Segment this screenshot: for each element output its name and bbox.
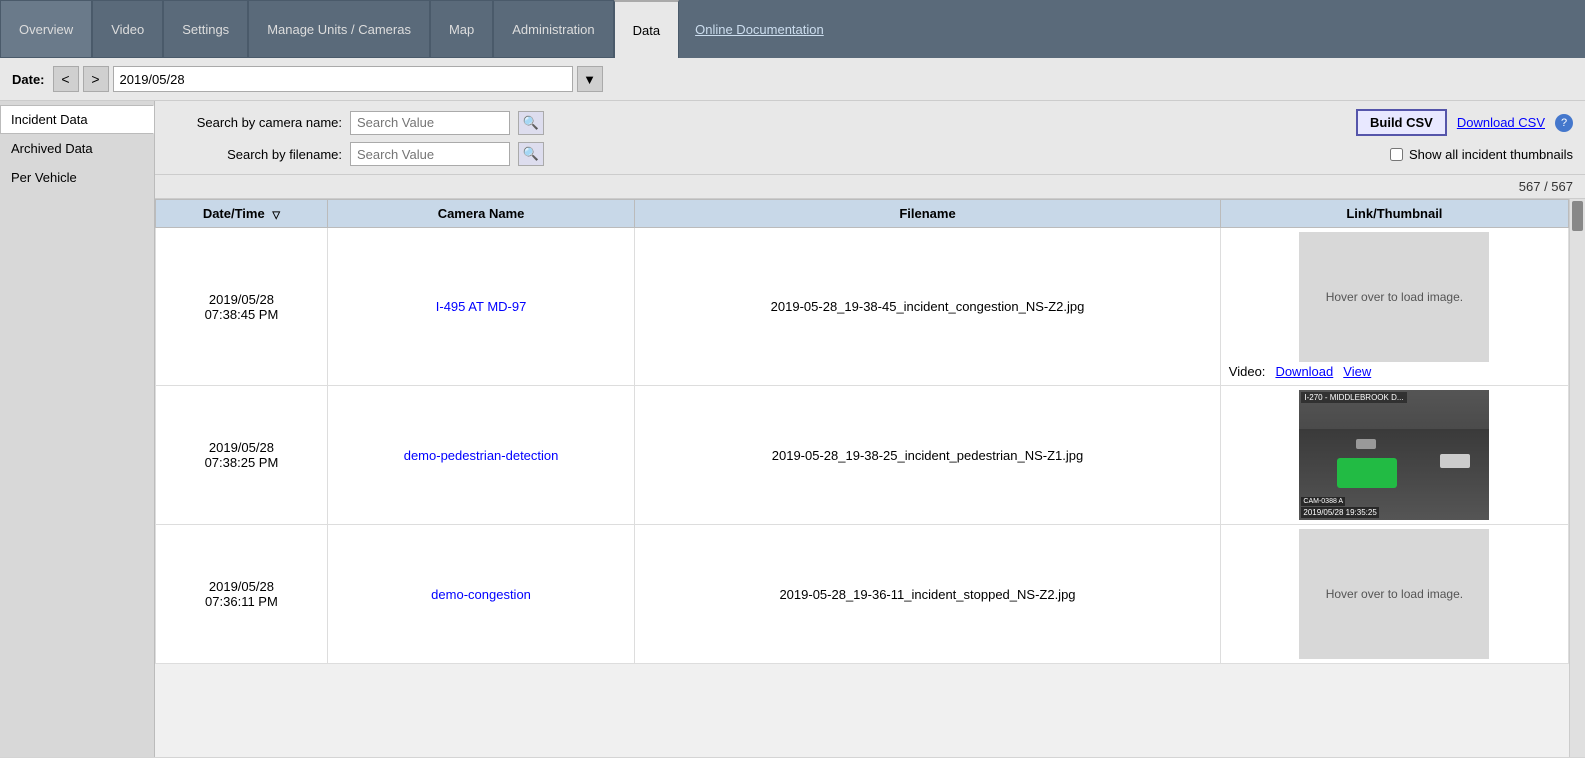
- thumbnail-placeholder: Hover over to load image.: [1299, 232, 1489, 362]
- camera-link[interactable]: I-495 AT MD-97: [436, 299, 527, 314]
- scrollbar-thumb[interactable]: [1572, 201, 1583, 231]
- camera-name-label: Search by camera name:: [167, 115, 342, 130]
- search-icon-2: 🔍: [523, 146, 539, 162]
- camera-link[interactable]: demo-pedestrian-detection: [404, 448, 559, 463]
- show-thumbnails-label: Show all incident thumbnails: [1409, 147, 1573, 162]
- thumbnail-placeholder: Hover over to load image.: [1299, 529, 1489, 659]
- incident-table: Date/Time ▽ Camera Name Filename Link/Th…: [155, 199, 1569, 664]
- col-datetime: Date/Time ▽: [156, 200, 328, 228]
- online-documentation-link[interactable]: Online Documentation: [695, 22, 824, 37]
- show-thumbnails-checkbox[interactable]: [1390, 148, 1403, 161]
- car1-shape: [1440, 454, 1470, 468]
- filename-search-button[interactable]: 🔍: [518, 142, 544, 166]
- camera-name-input[interactable]: [350, 111, 510, 135]
- main-area: Incident Data Archived Data Per Vehicle …: [0, 101, 1585, 757]
- tab-video[interactable]: Video: [92, 0, 163, 58]
- camera-name-search-row: Search by camera name: 🔍: [167, 111, 544, 135]
- camera-name-search-button[interactable]: 🔍: [518, 111, 544, 135]
- right-controls: Build CSV Download CSV ?: [1356, 109, 1573, 136]
- filename-label: Search by filename:: [167, 147, 342, 162]
- row-datetime: 2019/05/28 07:36:11 PM: [156, 525, 328, 664]
- content-area: Search by camera name: 🔍 Build CSV Downl…: [155, 101, 1585, 757]
- camera-thumbnail-image: I-270 - MIDDLEBROOK D... 2019/05/28 19:3…: [1299, 390, 1489, 520]
- video-link-row: Video: Download View: [1225, 362, 1564, 381]
- row-datetime: 2019/05/28 07:38:25 PM: [156, 386, 328, 525]
- row-camera-name: demo-pedestrian-detection: [327, 386, 634, 525]
- video-prefix: Video:: [1229, 364, 1266, 379]
- video-download-link[interactable]: Download: [1275, 364, 1333, 379]
- row-filename: 2019-05-28_19-36-11_incident_stopped_NS-…: [635, 525, 1221, 664]
- date-bar: Date: < > ▼: [0, 58, 1585, 101]
- scrollbar[interactable]: [1569, 199, 1585, 757]
- record-count: 567 / 567: [1519, 179, 1573, 194]
- video-view-link[interactable]: View: [1343, 364, 1371, 379]
- tab-administration[interactable]: Administration: [493, 0, 613, 58]
- date-prev-button[interactable]: <: [53, 66, 79, 92]
- build-csv-button[interactable]: Build CSV: [1356, 109, 1447, 136]
- tab-settings[interactable]: Settings: [163, 0, 248, 58]
- date-input[interactable]: [113, 66, 573, 92]
- help-icon[interactable]: ?: [1555, 114, 1573, 132]
- row-filename: 2019-05-28_19-38-45_incident_congestion_…: [635, 228, 1221, 386]
- sidebar-item-archived-data[interactable]: Archived Data: [0, 134, 154, 163]
- row-camera-name: demo-congestion: [327, 525, 634, 664]
- table-area: Date/Time ▽ Camera Name Filename Link/Th…: [155, 199, 1585, 757]
- col-camera-name: Camera Name: [327, 200, 634, 228]
- row-datetime: 2019/05/28 07:38:45 PM: [156, 228, 328, 386]
- tab-manage-units[interactable]: Manage Units / Cameras: [248, 0, 430, 58]
- cam-top-text: I-270 - MIDDLEBROOK D...: [1301, 392, 1406, 403]
- tab-map[interactable]: Map: [430, 0, 493, 58]
- col-filename: Filename: [635, 200, 1221, 228]
- table-row: 2019/05/28 07:38:25 PM demo-pedestrian-d…: [156, 386, 1569, 525]
- row-thumbnail: Hover over to load image.: [1220, 525, 1568, 664]
- filename-input[interactable]: [350, 142, 510, 166]
- sidebar: Incident Data Archived Data Per Vehicle: [0, 101, 155, 757]
- sort-arrow-icon: ▽: [272, 210, 280, 221]
- date-label: Date:: [12, 72, 45, 87]
- row-thumbnail: Hover over to load image. Video: Downloa…: [1220, 228, 1568, 386]
- show-thumbnails-row: Show all incident thumbnails: [1390, 147, 1573, 162]
- filename-search-row: Search by filename: 🔍: [167, 142, 544, 166]
- date-next-button[interactable]: >: [83, 66, 109, 92]
- sidebar-item-incident-data[interactable]: Incident Data: [0, 105, 154, 134]
- search-area: Search by camera name: 🔍 Build CSV Downl…: [155, 101, 1585, 175]
- cam-badge: CAM-0388 A: [1301, 497, 1345, 506]
- date-dropdown-button[interactable]: ▼: [577, 66, 603, 92]
- table-row: 2019/05/28 07:36:11 PM demo-congestion 2…: [156, 525, 1569, 664]
- search-icon: 🔍: [523, 115, 539, 131]
- row-filename: 2019-05-28_19-38-25_incident_pedestrian_…: [635, 386, 1221, 525]
- row-thumbnail: I-270 - MIDDLEBROOK D... 2019/05/28 19:3…: [1220, 386, 1568, 525]
- tab-data[interactable]: Data: [614, 0, 679, 58]
- thumbnails-control: Show all incident thumbnails: [1390, 147, 1573, 162]
- cam-overlay-text: 2019/05/28 19:35:25: [1301, 507, 1378, 518]
- car2-shape: [1356, 439, 1376, 449]
- bus-shape: [1337, 458, 1397, 488]
- top-navigation: Overview Video Settings Manage Units / C…: [0, 0, 1585, 58]
- table-row: 2019/05/28 07:38:45 PM I-495 AT MD-97 20…: [156, 228, 1569, 386]
- sidebar-item-per-vehicle[interactable]: Per Vehicle: [0, 163, 154, 192]
- col-thumbnail: Link/Thumbnail: [1220, 200, 1568, 228]
- camera-link[interactable]: demo-congestion: [431, 587, 531, 602]
- count-row: 567 / 567: [155, 175, 1585, 199]
- download-csv-link[interactable]: Download CSV: [1457, 115, 1545, 130]
- tab-overview[interactable]: Overview: [0, 0, 92, 58]
- row-camera-name: I-495 AT MD-97: [327, 228, 634, 386]
- table-wrapper[interactable]: Date/Time ▽ Camera Name Filename Link/Th…: [155, 199, 1569, 757]
